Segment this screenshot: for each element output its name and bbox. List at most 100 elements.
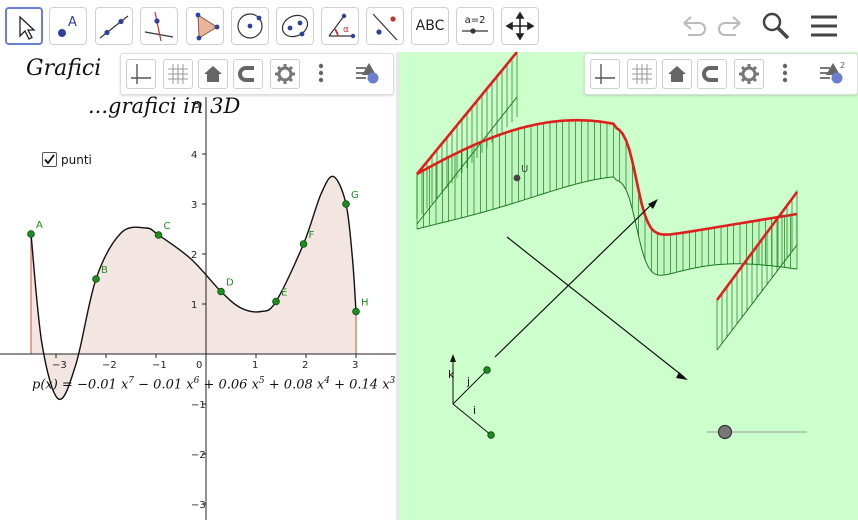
3d-style-bar: 2 xyxy=(584,53,858,95)
checkmark-icon xyxy=(44,154,55,165)
point-capturing-button[interactable] xyxy=(233,59,263,89)
settings-button[interactable] xyxy=(270,59,300,89)
text-tool-button[interactable]: ABC xyxy=(411,7,449,45)
point-F xyxy=(299,240,308,248)
formula-exponent: 3 xyxy=(389,376,396,386)
conic-tool-button[interactable] xyxy=(276,7,314,45)
standard-view-button[interactable] xyxy=(198,59,228,89)
point-label: A xyxy=(36,220,43,231)
point-icon: A xyxy=(58,15,77,37)
move-tool-button[interactable] xyxy=(5,7,43,45)
ellipse-icon xyxy=(281,14,309,38)
show-axes-button[interactable] xyxy=(126,59,156,89)
arrowhead xyxy=(648,199,658,209)
3d-toggle-style-bar-button[interactable]: 2 xyxy=(817,59,847,89)
reflect-tool-button[interactable] xyxy=(366,7,404,45)
y-tick-label: 3 xyxy=(191,200,197,211)
axes-icon xyxy=(131,64,151,84)
formula-prefix: p(x) = xyxy=(32,377,77,393)
gear-icon xyxy=(275,64,295,84)
y-tick-label: 4 xyxy=(191,150,197,161)
svg-text:A: A xyxy=(68,15,77,30)
3d-more-options-button[interactable] xyxy=(771,59,801,89)
formula-term: + 0.06 x xyxy=(199,377,259,393)
basis-j-point xyxy=(483,366,491,374)
text-tool-label: ABC xyxy=(415,18,445,34)
slider-tool-button[interactable]: a=2 xyxy=(456,7,494,45)
main-toolbar: A α ABC a=2 xyxy=(0,0,858,52)
3d-settings-button[interactable] xyxy=(734,59,764,89)
point-tool-button[interactable]: A xyxy=(49,7,87,45)
3d-graphics-view[interactable]: Ukj i xyxy=(399,52,858,520)
point-u xyxy=(513,174,521,182)
graphics-view[interactable]: −3 −2 −1 0 1 2 3 4 3 2 1 −1 −2 −3 5 A B C D E F G H Grafici ..… xyxy=(0,52,396,520)
point-label: G xyxy=(351,190,359,201)
undo-icon[interactable] xyxy=(676,8,712,44)
home-icon xyxy=(668,66,686,82)
point-G xyxy=(342,200,350,208)
formula-term: + 0.14 x xyxy=(329,377,390,393)
show-grid-button[interactable] xyxy=(163,59,193,89)
title-line-1: Grafici xyxy=(26,56,102,81)
point-label: B xyxy=(101,265,108,276)
polygon-tool-button[interactable] xyxy=(186,7,224,45)
perpendicular-line-tool-button[interactable] xyxy=(140,7,178,45)
points-checkbox[interactable]: punti xyxy=(42,152,92,167)
circle-icon xyxy=(237,13,263,39)
point-A xyxy=(27,230,35,238)
polynomial-formula: p(x) = −0.01 x7 − 0.01 x6 + 0.06 x5 + 0.… xyxy=(32,376,395,392)
point-H xyxy=(352,307,360,316)
x-tick-label: 0 xyxy=(196,360,202,371)
point-label: D xyxy=(226,278,234,289)
gear-icon xyxy=(739,64,759,84)
toggle-style-bar-button[interactable] xyxy=(353,59,383,89)
move-graphics-view-tool-button[interactable] xyxy=(501,7,539,45)
svg-text:α: α xyxy=(343,25,349,35)
3d-show-grid-button[interactable] xyxy=(627,59,657,89)
perpendicular-line-icon xyxy=(144,11,174,42)
polygon-icon xyxy=(195,12,220,41)
graphics-style-bar xyxy=(120,53,394,95)
style-bar-toggle-icon xyxy=(356,63,379,84)
axis-label-i: i xyxy=(473,404,476,417)
x-tick-label: 1 xyxy=(252,360,258,371)
3d-standard-view-button[interactable] xyxy=(662,59,692,89)
slider-tool-label: a=2 xyxy=(465,15,486,26)
formula-term: + 0.08 x xyxy=(264,377,325,393)
slider-handle xyxy=(717,424,733,440)
line-icon xyxy=(99,15,129,39)
3d-show-axes-button[interactable] xyxy=(590,59,620,89)
redo-icon[interactable] xyxy=(712,8,748,44)
style-bar-toggle-icon: 2 xyxy=(820,61,845,84)
axes-icon xyxy=(595,64,615,84)
3d-canvas[interactable]: Ukj i xyxy=(399,52,858,520)
more-options-button[interactable] xyxy=(307,59,337,89)
point-label: H xyxy=(361,298,369,309)
line-tool-button[interactable] xyxy=(95,7,133,45)
x-tick-label: 2 xyxy=(302,360,308,371)
angle-tool-button[interactable]: α xyxy=(321,7,359,45)
menu-icon[interactable] xyxy=(806,8,842,44)
point-label: E xyxy=(281,288,287,299)
move-arrows-icon xyxy=(505,11,535,41)
reflect-icon xyxy=(372,13,398,41)
formula-term: − 0.01 x xyxy=(134,377,194,393)
y-tick-label: −3 xyxy=(191,500,206,511)
point-D xyxy=(217,287,225,296)
title-line-2: ...grafici in 3D xyxy=(88,94,241,118)
checkbox-box[interactable] xyxy=(42,152,57,167)
angle-icon: α xyxy=(328,13,356,39)
grid-icon xyxy=(168,64,188,84)
y-tick-label: −1 xyxy=(191,400,206,411)
point-C xyxy=(154,231,163,239)
3d-point-capturing-button[interactable] xyxy=(697,59,727,89)
point-B xyxy=(92,275,100,283)
search-icon[interactable] xyxy=(758,8,794,44)
y-tick-label: −2 xyxy=(191,450,206,461)
point-label: C xyxy=(164,221,171,232)
circle-tool-button[interactable] xyxy=(231,7,269,45)
x-tick-label: −1 xyxy=(152,360,167,371)
x-tick-label: 3 xyxy=(352,360,358,371)
graphics-canvas[interactable]: −3 −2 −1 0 1 2 34321−1−2−35ABCDEFGH xyxy=(0,52,396,520)
arrowhead xyxy=(676,372,688,380)
